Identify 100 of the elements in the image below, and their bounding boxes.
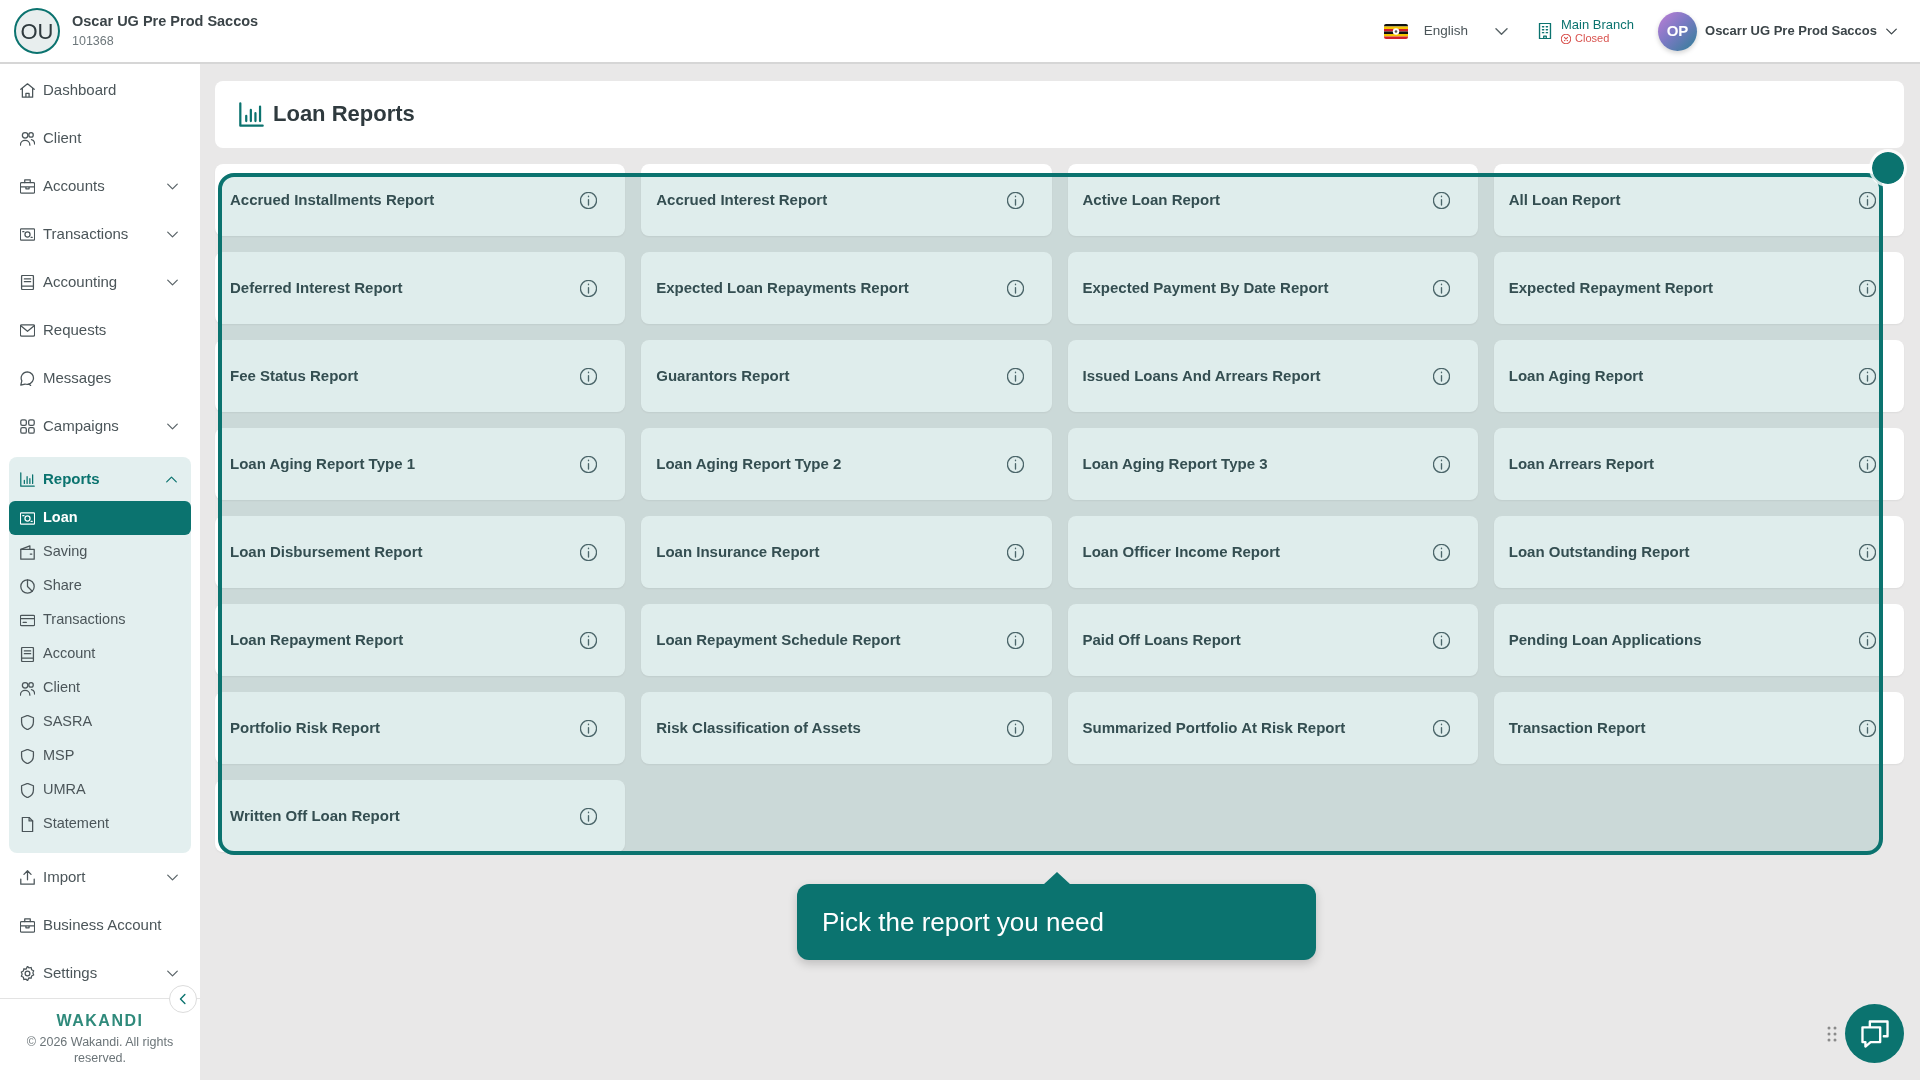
org-avatar: OU xyxy=(14,8,60,54)
report-card[interactable]: Accrued Installments Report xyxy=(215,164,626,236)
report-card[interactable]: Accrued Interest Report xyxy=(641,164,1052,236)
report-card[interactable]: Guarantors Report xyxy=(641,340,1052,412)
sidebar-item[interactable]: Accounting xyxy=(0,258,200,306)
settings-icon xyxy=(20,965,35,981)
info-icon xyxy=(1432,279,1450,297)
bar-chart-icon xyxy=(20,471,35,487)
report-card[interactable]: Portfolio Risk Report xyxy=(215,692,626,764)
ledger-icon xyxy=(20,274,35,290)
info-icon xyxy=(580,455,598,473)
sidebar-subitem[interactable]: Share xyxy=(9,569,191,603)
building-icon xyxy=(1537,23,1554,39)
sidebar-item[interactable]: Dashboard xyxy=(0,66,200,114)
info-icon xyxy=(1006,455,1024,473)
grid-icon xyxy=(20,418,35,434)
info-icon xyxy=(1006,631,1024,649)
flag-icon xyxy=(1383,23,1408,39)
report-card[interactable]: Loan Outstanding Report xyxy=(1493,516,1904,588)
report-card[interactable]: Summarized Portfolio At Risk Report xyxy=(1067,692,1478,764)
report-card[interactable]: Loan Aging Report Type 1 xyxy=(215,428,626,500)
shield-icon xyxy=(20,748,35,764)
sidebar-subitem[interactable]: Loan xyxy=(9,501,191,535)
info-icon xyxy=(580,631,598,649)
sidebar-subitem[interactable]: UMRA xyxy=(9,773,191,807)
file-icon xyxy=(20,816,35,832)
tour-tooltip: Pick the report you need xyxy=(797,872,1316,960)
sidebar-item[interactable]: Reports xyxy=(9,457,191,501)
report-card[interactable]: Issued Loans And Arrears Report xyxy=(1067,340,1478,412)
ledger-icon xyxy=(20,646,35,662)
report-card[interactable]: Loan Insurance Report xyxy=(641,516,1052,588)
info-icon xyxy=(1859,279,1876,297)
report-card[interactable]: Expected Repayment Report xyxy=(1493,252,1904,324)
report-card[interactable]: Pending Loan Applications xyxy=(1493,604,1904,676)
branch-status: Closed xyxy=(1575,32,1610,46)
chevron-left-icon xyxy=(177,993,189,1005)
drag-handle-icon[interactable] xyxy=(1827,1025,1837,1042)
chat-icon xyxy=(1860,1019,1889,1048)
report-card[interactable]: Loan Arrears Report xyxy=(1493,428,1904,500)
report-card[interactable]: Loan Disbursement Report xyxy=(215,516,626,588)
chat-bubble-icon xyxy=(20,370,35,386)
report-card[interactable]: Written Off Loan Report xyxy=(215,780,626,852)
info-icon xyxy=(580,543,598,561)
brand-logo: WAKANDI xyxy=(55,1011,145,1031)
branch-name: Main Branch xyxy=(1561,16,1634,33)
report-card[interactable]: Loan Repayment Report xyxy=(215,604,626,676)
sidebar-item[interactable]: Accounts xyxy=(0,162,200,210)
info-icon xyxy=(1859,455,1876,473)
sidebar-item[interactable]: Client xyxy=(0,114,200,162)
sidebar-subitem[interactable]: SASRA xyxy=(9,705,191,739)
sidebar-item[interactable]: Business Account xyxy=(0,901,200,949)
info-icon xyxy=(1432,719,1450,737)
copyright-text: © 2026 Wakandi. All rights reserved. xyxy=(25,1034,175,1067)
report-card[interactable]: Expected Payment By Date Report xyxy=(1067,252,1478,324)
report-card[interactable]: Loan Aging Report Type 2 xyxy=(641,428,1052,500)
collapse-sidebar-button[interactable] xyxy=(169,985,197,1013)
user-menu[interactable]: Oscarr UG Pre Prod Saccos xyxy=(1705,21,1898,41)
info-icon xyxy=(1859,367,1876,385)
info-icon xyxy=(1006,719,1024,737)
page-title: Loan Reports xyxy=(273,101,415,128)
report-card[interactable]: Risk Classification of Assets xyxy=(641,692,1052,764)
report-card[interactable]: All Loan Report xyxy=(1493,164,1904,236)
info-icon xyxy=(1859,631,1876,649)
sidebar-item[interactable]: Messages xyxy=(0,354,200,402)
sidebar-item[interactable]: Settings xyxy=(0,949,200,997)
info-icon xyxy=(1006,367,1024,385)
language-dropdown[interactable]: English xyxy=(1423,20,1510,42)
banknote-icon xyxy=(20,226,35,242)
sidebar-subitem[interactable]: Account xyxy=(9,637,191,671)
card-icon xyxy=(20,612,35,628)
report-card[interactable]: Loan Aging Report Type 3 xyxy=(1067,428,1478,500)
upload-icon xyxy=(20,869,35,885)
info-icon xyxy=(1432,631,1450,649)
sidebar-item[interactable]: Import xyxy=(0,853,200,901)
report-card[interactable]: Transaction Report xyxy=(1493,692,1904,764)
briefcase-icon xyxy=(20,178,35,194)
report-card[interactable]: Deferred Interest Report xyxy=(215,252,626,324)
info-icon xyxy=(1006,191,1024,209)
banknote-icon xyxy=(20,510,35,526)
shield-icon xyxy=(20,714,35,730)
report-card[interactable]: Loan Repayment Schedule Report xyxy=(641,604,1052,676)
sidebar-item[interactable]: Campaigns xyxy=(0,402,200,450)
report-card[interactable]: Loan Aging Report xyxy=(1493,340,1904,412)
sidebar-subitem[interactable]: Transactions xyxy=(9,603,191,637)
report-card[interactable]: Expected Loan Repayments Report xyxy=(641,252,1052,324)
info-icon xyxy=(1006,279,1024,297)
report-card[interactable]: Loan Officer Income Report xyxy=(1067,516,1478,588)
sidebar-subitem[interactable]: Saving xyxy=(9,535,191,569)
sidebar-item[interactable]: Transactions xyxy=(0,210,200,258)
people-icon xyxy=(20,130,35,146)
people-icon xyxy=(20,680,35,696)
sidebar-subitem[interactable]: Statement xyxy=(9,807,191,841)
sidebar-item[interactable]: Requests xyxy=(0,306,200,354)
sidebar-subitem[interactable]: MSP xyxy=(9,739,191,773)
report-card[interactable]: Fee Status Report xyxy=(215,340,626,412)
mail-icon xyxy=(20,322,35,338)
report-card[interactable]: Active Loan Report xyxy=(1067,164,1478,236)
info-icon xyxy=(1432,543,1450,561)
sidebar-subitem[interactable]: Client xyxy=(9,671,191,705)
report-card[interactable]: Paid Off Loans Report xyxy=(1067,604,1478,676)
